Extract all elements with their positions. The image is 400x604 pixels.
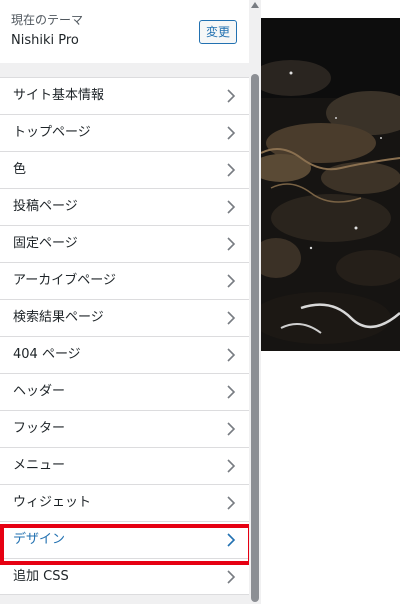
menu-item-header[interactable]: ヘッダー [0, 373, 249, 410]
menu-item-label: サイト基本情報 [13, 88, 105, 103]
triangle-up-icon[interactable] [251, 2, 259, 8]
change-theme-button[interactable]: 変更 [199, 20, 237, 44]
menu-item-label: フッター [13, 421, 66, 436]
chevron-right-icon [227, 533, 236, 547]
menu-item-label: デザイン [13, 532, 66, 547]
menu-item-top-page[interactable]: トップページ [0, 114, 249, 151]
current-theme-section: 現在のテーマ Nishiki Pro 変更 [0, 0, 249, 63]
customizer-screen: 現在のテーマ Nishiki Pro 変更 サイト基本情報 トップページ 色 投… [0, 0, 400, 604]
chevron-right-icon [227, 311, 236, 325]
menu-item-label: 404 ページ [13, 347, 81, 362]
menu-item-footer[interactable]: フッター [0, 410, 249, 447]
menu-item-label: 固定ページ [13, 236, 78, 251]
chevron-right-icon [227, 570, 236, 584]
theme-name: Nishiki Pro [11, 33, 79, 48]
menu-item-label: 色 [13, 162, 27, 177]
panel-scrollbar[interactable] [249, 0, 261, 604]
menu-item-label: 追加 CSS [13, 569, 69, 584]
menu-item-colors[interactable]: 色 [0, 151, 249, 188]
menu-item-label: ヘッダー [13, 384, 66, 399]
customizer-panel: 現在のテーマ Nishiki Pro 変更 サイト基本情報 トップページ 色 投… [0, 0, 249, 604]
menu-item-menus[interactable]: メニュー [0, 447, 249, 484]
menu-item-site-identity[interactable]: サイト基本情報 [0, 77, 249, 114]
menu-item-404-page[interactable]: 404 ページ [0, 336, 249, 373]
chevron-right-icon [227, 237, 236, 251]
chevron-right-icon [227, 348, 236, 362]
menu-item-label: メニュー [13, 458, 66, 473]
chevron-right-icon [227, 274, 236, 288]
chevron-right-icon [227, 126, 236, 140]
menu-item-design[interactable]: デザイン [0, 521, 249, 558]
chevron-right-icon [227, 385, 236, 399]
menu-item-label: アーカイブページ [13, 273, 116, 288]
chevron-right-icon [227, 200, 236, 214]
menu-item-label: 検索結果ページ [13, 310, 104, 325]
chevron-right-icon [227, 459, 236, 473]
menu-item-label: 投稿ページ [13, 199, 78, 214]
chevron-right-icon [227, 496, 236, 510]
current-theme-caption: 現在のテーマ [11, 13, 84, 27]
scrollbar-thumb[interactable] [251, 74, 259, 602]
menu-item-archive-page[interactable]: アーカイブページ [0, 262, 249, 299]
menu-item-post-page[interactable]: 投稿ページ [0, 188, 249, 225]
menu-item-label: トップページ [13, 125, 91, 140]
river-photo [261, 18, 400, 351]
chevron-right-icon [227, 89, 236, 103]
menu-item-additional-css[interactable]: 追加 CSS [0, 558, 249, 595]
menu-item-static-page[interactable]: 固定ページ [0, 225, 249, 262]
customizer-menu: サイト基本情報 トップページ 色 投稿ページ 固定ページ アーカイブページ 検索… [0, 77, 249, 595]
menu-item-widgets[interactable]: ウィジェット [0, 484, 249, 521]
menu-item-search-results-page[interactable]: 検索結果ページ [0, 299, 249, 336]
site-preview-image [261, 18, 400, 351]
chevron-right-icon [227, 422, 236, 436]
chevron-right-icon [227, 163, 236, 177]
menu-item-label: ウィジェット [13, 495, 92, 510]
